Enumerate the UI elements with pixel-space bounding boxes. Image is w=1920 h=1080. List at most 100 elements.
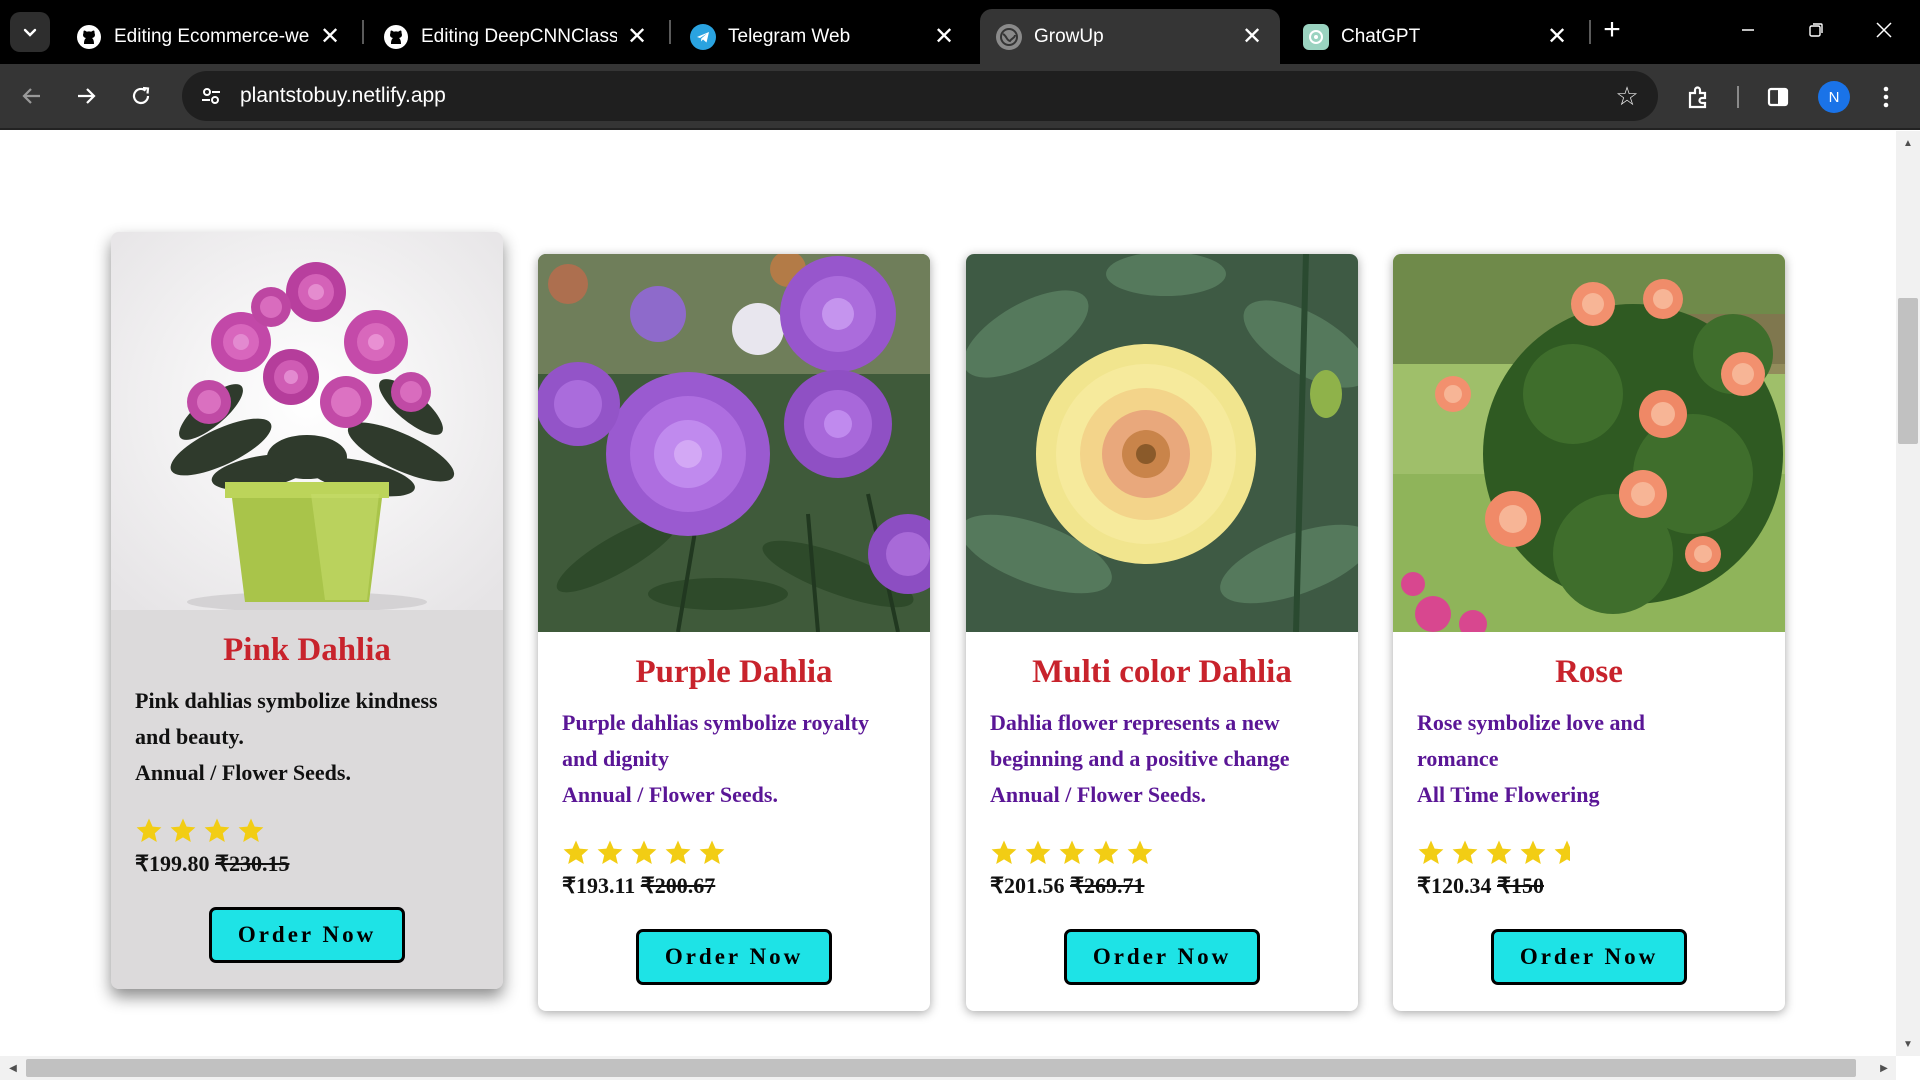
product-image-purple-dahlia: [538, 254, 930, 632]
arrow-right-icon: [78, 88, 96, 104]
description-line: Annual / Flower Seeds.: [135, 760, 351, 785]
tab-close-button[interactable]: ✕: [318, 23, 342, 50]
price: ₹199.80 ₹230.15: [135, 851, 479, 877]
tab-title: Editing DeepCNNClassific: [421, 25, 617, 47]
original-price: ₹200.67: [640, 873, 716, 898]
order-now-button[interactable]: Order Now: [1064, 929, 1260, 985]
star-icon: [597, 840, 623, 864]
star-icon: [665, 840, 691, 864]
forward-button[interactable]: [66, 76, 106, 116]
current-price: ₹199.80: [135, 851, 210, 876]
github-icon: [76, 24, 102, 50]
price: ₹120.34 ₹150: [1417, 873, 1761, 899]
star-icon: [631, 840, 657, 864]
order-now-button[interactable]: Order Now: [1491, 929, 1687, 985]
product-title: Purple Dahlia: [635, 654, 833, 690]
star-icon: [1059, 840, 1085, 864]
description-line: Annual / Flower Seeds.: [562, 782, 778, 807]
tab-editing-ecommerce[interactable]: Editing Ecommerce-webs ✕: [60, 9, 358, 64]
scroll-right-arrow-icon[interactable]: ▶: [1874, 1058, 1894, 1078]
close-icon: [1876, 22, 1892, 38]
star-icon: [136, 818, 162, 842]
order-now-button[interactable]: Order Now: [209, 907, 405, 963]
tab-telegram[interactable]: Telegram Web ✕: [674, 9, 972, 64]
address-bar[interactable]: plantstobuy.netlify.app ☆: [182, 71, 1658, 121]
rating-stars: [1417, 837, 1761, 869]
star-icon: [1452, 840, 1478, 864]
toolbar-separator: [1737, 86, 1739, 108]
product-image-pink-dahlia: [111, 232, 503, 610]
tab-search-button[interactable]: [10, 12, 50, 52]
product-card-pink-dahlia[interactable]: Pink Dahlia Pink dahlias symbolize kindn…: [111, 232, 503, 989]
vertical-scroll-thumb[interactable]: [1898, 298, 1918, 444]
current-price: ₹120.34: [1417, 873, 1492, 898]
rating-stars: [990, 837, 1334, 869]
tab-close-button[interactable]: ✕: [1240, 23, 1264, 50]
card-body: Pink Dahlia Pink dahlias symbolize kindn…: [111, 632, 503, 989]
tab-editing-deepcnn[interactable]: Editing DeepCNNClassific ✕: [367, 9, 665, 64]
tab-growup[interactable]: GrowUp ✕: [980, 9, 1280, 64]
product-image-multicolor-dahlia: [966, 254, 1358, 632]
tab-close-button[interactable]: ✕: [932, 23, 956, 50]
description-line: romance: [1417, 746, 1499, 771]
description-line: Pink dahlias symbolize kindness: [135, 688, 438, 713]
tab-separator: [669, 20, 671, 44]
tab-chatgpt[interactable]: ChatGPT ✕: [1287, 9, 1585, 64]
order-now-button[interactable]: Order Now: [636, 929, 832, 985]
tab-separator: [362, 20, 364, 44]
product-image-rose: [1393, 254, 1785, 632]
description-line: Dahlia flower represents a new: [990, 710, 1280, 735]
star-icon: [563, 840, 589, 864]
current-price: ₹193.11: [562, 873, 636, 898]
product-card-multicolor-dahlia[interactable]: Multi color Dahlia Dahlia flower represe…: [966, 254, 1358, 1011]
minimize-button[interactable]: [1726, 12, 1770, 48]
tab-title: ChatGPT: [1341, 25, 1421, 47]
arrow-left-icon: [22, 88, 40, 104]
scroll-down-arrow-icon[interactable]: ▼: [1898, 1034, 1918, 1054]
browser-toolbar: plantstobuy.netlify.app ☆ N: [0, 64, 1920, 130]
star-icon: [170, 818, 196, 842]
globe-icon: [996, 23, 1022, 50]
tab-close-button[interactable]: ✕: [625, 23, 649, 50]
product-card-purple-dahlia[interactable]: Purple Dahlia Purple dahlias symbolize r…: [538, 254, 930, 1011]
product-title: Multi color Dahlia: [1032, 654, 1292, 690]
star-icon: [699, 840, 725, 864]
more-menu-icon[interactable]: [1866, 77, 1906, 117]
star-icon: [1418, 840, 1444, 864]
scroll-left-arrow-icon[interactable]: ◀: [3, 1058, 23, 1078]
tab-close-button[interactable]: ✕: [1545, 23, 1569, 50]
site-settings-icon[interactable]: [196, 81, 226, 111]
rating-stars: [562, 837, 906, 869]
rating-stars: [135, 815, 479, 847]
back-button[interactable]: [12, 76, 52, 116]
scroll-up-arrow-icon[interactable]: ▲: [1898, 133, 1918, 153]
half-star-icon: [1554, 840, 1570, 864]
restore-button[interactable]: [1794, 12, 1838, 48]
bookmark-star-icon[interactable]: ☆: [1612, 81, 1642, 111]
description-line: beginning and a positive change: [990, 746, 1290, 771]
card-body: Rose Rose symbolize love and romance All…: [1393, 654, 1785, 1011]
star-icon: [204, 818, 230, 842]
star-icon: [1127, 840, 1153, 864]
close-window-button[interactable]: [1862, 12, 1906, 48]
profile-avatar[interactable]: N: [1818, 81, 1850, 113]
card-body: Purple Dahlia Purple dahlias symbolize r…: [538, 654, 930, 1011]
price: ₹201.56 ₹269.71: [990, 873, 1334, 899]
star-icon: [1520, 840, 1546, 864]
vertical-scrollbar[interactable]: [1896, 131, 1920, 1056]
horizontal-scroll-thumb[interactable]: [26, 1059, 1856, 1077]
reload-button[interactable]: [121, 76, 161, 116]
chevron-down-icon: [23, 28, 37, 37]
extensions-icon[interactable]: [1678, 77, 1718, 117]
tab-title: GrowUp: [1034, 25, 1104, 47]
star-icon: [991, 840, 1017, 864]
card-body: Multi color Dahlia Dahlia flower represe…: [966, 654, 1358, 1011]
tab-title: Telegram Web: [728, 25, 851, 47]
url-text[interactable]: plantstobuy.netlify.app: [240, 84, 446, 108]
product-card-rose[interactable]: Rose Rose symbolize love and romance All…: [1393, 254, 1785, 1011]
description-line: and dignity: [562, 746, 669, 771]
new-tab-button[interactable]: +: [1590, 12, 1634, 48]
description-line: Annual / Flower Seeds.: [990, 782, 1206, 807]
product-title: Rose: [1555, 654, 1623, 690]
side-panel-icon[interactable]: [1758, 77, 1798, 117]
